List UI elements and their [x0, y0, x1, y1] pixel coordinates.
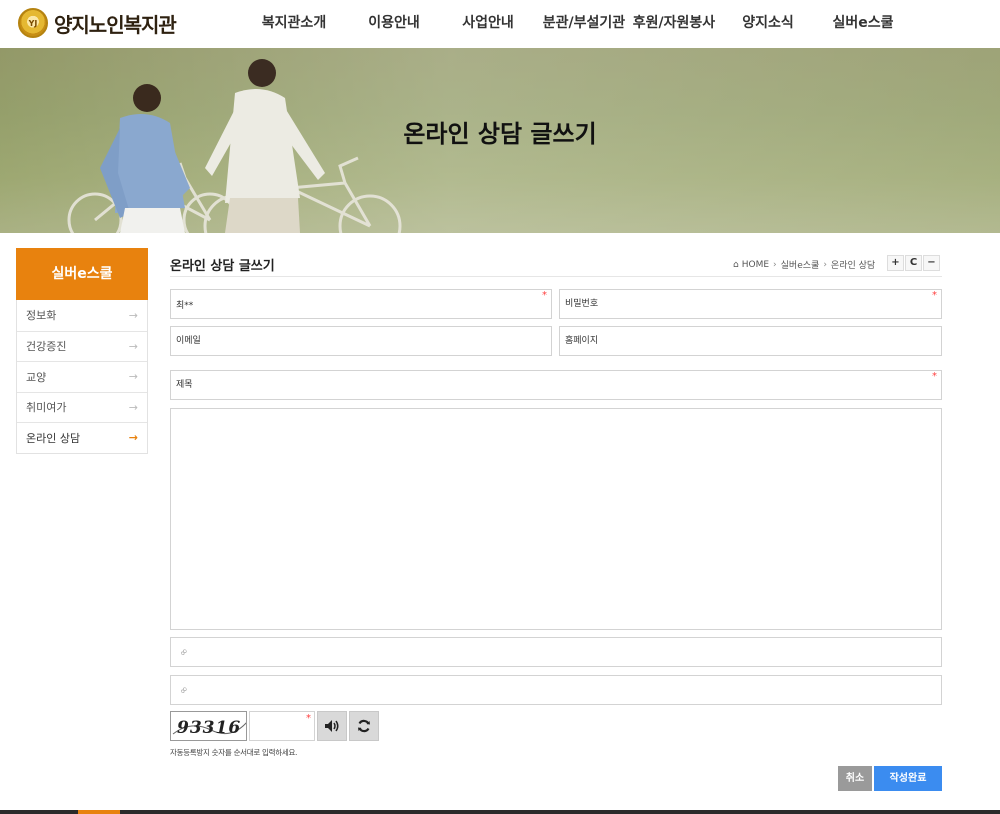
logo-emblem-text: YJ	[28, 18, 38, 28]
captcha-field-wrap: *	[249, 711, 315, 741]
nav-item-support[interactable]: 후원/자원봉사	[632, 0, 716, 48]
sidebar-item-label: 정보화	[26, 309, 57, 323]
name-input[interactable]	[171, 290, 551, 318]
captcha-help-text: 자동등록방지 숫자를 순서대로 입력하세요.	[170, 748, 298, 757]
speaker-icon	[325, 720, 339, 732]
footer-accent	[78, 810, 120, 814]
zoom-reset-button[interactable]: C	[905, 255, 922, 271]
content-textarea-wrap	[170, 408, 942, 630]
breadcrumb-current[interactable]: 온라인 상담	[831, 258, 875, 271]
sidebar-item-label: 교양	[26, 370, 47, 384]
subject-input[interactable]	[171, 371, 941, 399]
banner-title: 온라인 상담 글쓰기	[403, 120, 597, 148]
footer-bar	[0, 810, 1000, 814]
captcha-audio-button[interactable]	[317, 711, 347, 741]
nav-item-news[interactable]: 양지소식	[716, 0, 820, 48]
sidebar-item-hobby[interactable]: 취미여가 →	[17, 391, 147, 423]
breadcrumb: ⌂ HOME › 실버e스쿨 › 온라인 상담	[733, 258, 875, 272]
email-input[interactable]	[171, 327, 551, 355]
arrow-right-icon: →	[128, 339, 138, 353]
refresh-icon	[358, 719, 370, 733]
captcha-image: 93316	[170, 711, 247, 741]
arrow-right-icon: →	[128, 370, 138, 384]
breadcrumb-home[interactable]: HOME	[742, 260, 769, 270]
sidebar-item-culture[interactable]: 교양 →	[17, 361, 147, 392]
homepage-input[interactable]	[560, 327, 941, 355]
nav-item-guide[interactable]: 이용안내	[348, 0, 440, 48]
nav-item-silver-school[interactable]: 실버e스쿨	[820, 0, 906, 48]
zoom-in-button[interactable]: +	[887, 255, 904, 271]
email-field-wrap	[170, 326, 552, 356]
name-field-wrap: *	[170, 289, 552, 319]
required-mark: *	[306, 713, 311, 724]
captcha-text: 93316	[177, 718, 241, 738]
font-size-tools: + C −	[886, 255, 940, 271]
link1-input[interactable]	[171, 638, 941, 666]
page-banner: 온라인 상담 글쓰기	[0, 48, 1000, 233]
sidebar-item-label: 건강증진	[26, 340, 67, 354]
logo-text: 양지노인복지관	[54, 12, 177, 37]
submit-button[interactable]: 작성완료	[874, 766, 942, 791]
zoom-out-button[interactable]: −	[923, 255, 940, 271]
site-logo[interactable]: YJ 양지노인복지관	[18, 7, 177, 39]
sidebar-item-it[interactable]: 정보화 →	[17, 300, 147, 331]
nav-item-programs[interactable]: 사업안내	[440, 0, 536, 48]
required-mark: *	[932, 290, 937, 301]
required-mark: *	[542, 290, 547, 301]
breadcrumb-section[interactable]: 실버e스쿨	[781, 258, 820, 271]
password-input[interactable]	[560, 290, 941, 318]
breadcrumb-separator: ›	[773, 259, 777, 270]
breadcrumb-separator: ›	[823, 259, 827, 270]
link2-field-wrap: ∞	[170, 675, 942, 705]
home-icon: ⌂	[733, 259, 739, 270]
link1-field-wrap: ∞	[170, 637, 942, 667]
subject-field-wrap: *	[170, 370, 942, 400]
sidebar-menu: 정보화 → 건강증진 → 교양 → 취미여가 → 온라인 상담 →	[16, 300, 148, 454]
password-field-wrap: *	[559, 289, 942, 319]
main-nav: 복지관소개 이용안내 사업안내 분관/부설기관 후원/자원봉사 양지소식 실버e…	[240, 0, 906, 48]
captcha-input[interactable]	[250, 712, 314, 740]
link2-input[interactable]	[171, 676, 941, 704]
arrow-right-icon: →	[128, 400, 138, 414]
sidebar-item-health[interactable]: 건강증진 →	[17, 330, 147, 362]
homepage-field-wrap	[559, 326, 942, 356]
page-title: 온라인 상담 글쓰기	[170, 259, 275, 274]
captcha-refresh-button[interactable]	[349, 711, 379, 741]
required-mark: *	[932, 371, 937, 382]
sidebar-item-label: 취미여가	[26, 401, 67, 415]
site-header: YJ 양지노인복지관 복지관소개 이용안내 사업안내 분관/부설기관 후원/자원…	[0, 0, 1000, 48]
title-divider	[170, 276, 942, 277]
logo-emblem-icon: YJ	[18, 8, 48, 38]
content-textarea[interactable]	[171, 409, 941, 629]
cancel-button[interactable]: 취소	[838, 766, 872, 791]
nav-item-branches[interactable]: 분관/부설기관	[536, 0, 632, 48]
arrow-right-icon: →	[128, 308, 138, 322]
nav-item-about[interactable]: 복지관소개	[240, 0, 348, 48]
arrow-right-icon: →	[128, 431, 138, 445]
sidebar-item-label: 온라인 상담	[26, 431, 81, 445]
sidebar-title: 실버e스쿨	[16, 248, 148, 300]
sidebar-item-online-counsel[interactable]: 온라인 상담 →	[17, 422, 147, 453]
